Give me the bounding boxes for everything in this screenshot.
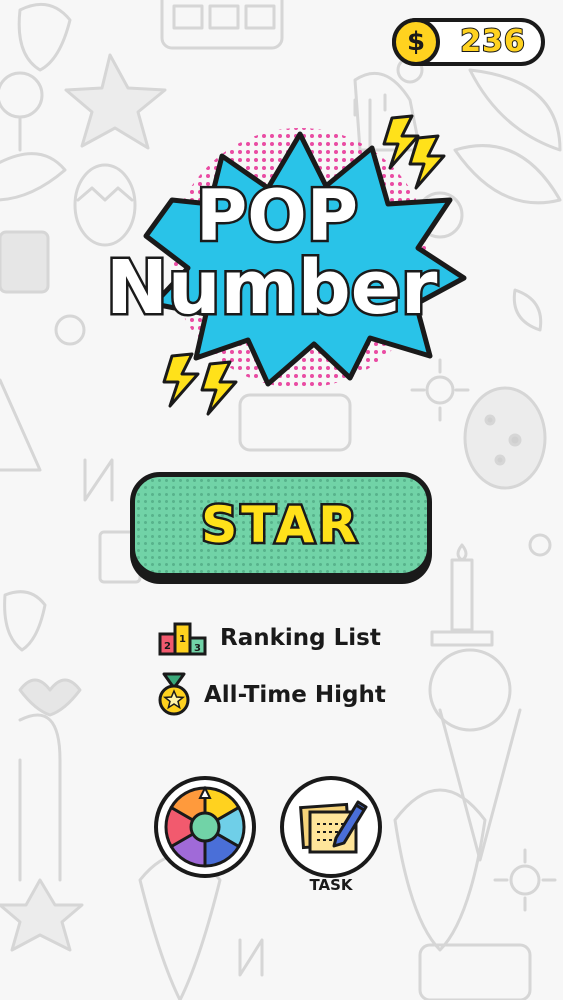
task-label: TASK — [309, 876, 353, 894]
start-button[interactable]: STAR — [130, 472, 432, 578]
pop-number-logo: POP Number — [104, 114, 467, 416]
start-button-label: STAR — [199, 494, 361, 557]
all-time-high-link[interactable]: All-Time Hight — [156, 672, 386, 718]
ranking-list-link[interactable]: 2 1 3 Ranking List — [158, 620, 381, 656]
podium-digit-2: 2 — [164, 641, 171, 652]
ranking-list-label: Ranking List — [220, 625, 381, 651]
logo-line-2: Number — [106, 245, 438, 331]
coin-amount: 236 — [459, 23, 526, 60]
coin-symbol: $ — [406, 27, 426, 57]
podium-digit-1: 1 — [179, 634, 186, 645]
task-button[interactable] — [280, 776, 382, 878]
all-time-high-label: All-Time Hight — [204, 682, 386, 708]
medal-icon — [158, 672, 190, 716]
task-note-icon — [299, 800, 368, 854]
podium-digit-3: 3 — [194, 643, 201, 654]
color-wheel-button[interactable] — [154, 776, 256, 878]
podium-icon: 2 1 3 — [158, 622, 207, 656]
coin-counter: $ 236 — [392, 18, 545, 66]
color-wheel-icon — [164, 785, 246, 868]
dollar-coin-icon: $ — [392, 18, 440, 66]
